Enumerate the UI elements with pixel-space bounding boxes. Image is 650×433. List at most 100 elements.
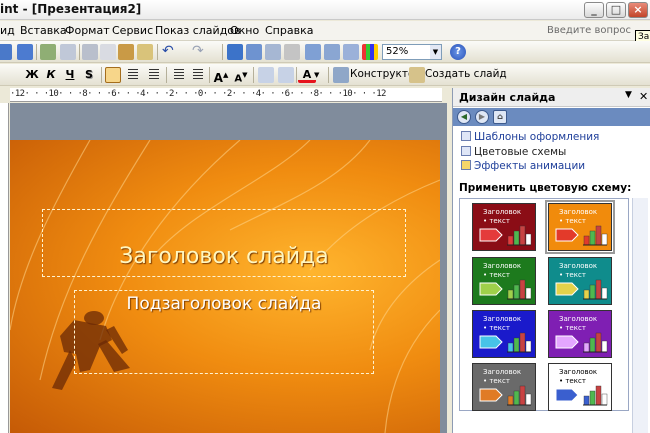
undo-icon[interactable]: ↶ <box>162 44 178 60</box>
chevron-down-icon[interactable]: ▼ <box>314 67 324 83</box>
decrease-font-icon[interactable]: A▼ <box>232 67 250 84</box>
slide-design-pane: Дизайн слайда ▼ ✕ ◀ ▶ ⌂ Шаблоны оформлен… <box>452 88 650 433</box>
track-lines-graphic <box>10 140 440 433</box>
menu-tools[interactable]: Сервис <box>112 24 153 37</box>
scheme-title: Заголовок <box>559 208 598 216</box>
scheme-bar-chart <box>582 384 608 406</box>
numbering-icon[interactable] <box>170 67 186 83</box>
zoom-value: 52% <box>386 46 409 57</box>
title-placeholder[interactable]: Заголовок слайда <box>42 209 406 277</box>
help-icon[interactable]: ? <box>450 44 466 60</box>
color-scheme-thumbnail[interactable]: Заголовок • текст <box>548 310 612 358</box>
tables-borders-icon[interactable] <box>265 44 281 60</box>
color-scheme-thumbnail[interactable]: Заголовок • текст <box>548 363 612 411</box>
align-center-icon[interactable] <box>125 67 141 83</box>
design-templates-link[interactable]: Шаблоны оформления <box>461 131 599 143</box>
maximize-button[interactable]: □ <box>606 2 626 18</box>
save-icon[interactable] <box>0 44 12 60</box>
align-right-icon[interactable] <box>145 67 161 83</box>
increase-indent-icon[interactable] <box>278 67 294 83</box>
new-slide-button[interactable]: Создать слайд <box>425 68 507 80</box>
grid-icon[interactable] <box>343 44 359 60</box>
scheme-bar-chart <box>582 278 608 300</box>
color-scheme-thumbnail[interactable]: Заголовок • текст <box>472 363 536 411</box>
ruler-scale: ·12· · ·10· · ·8· · ·6· · ·4· · ·2· · ·0… <box>10 89 386 99</box>
color-scheme-gallery: Заголовок • текст Заголовок • текст Заголово… <box>459 198 629 411</box>
menu-slideshow[interactable]: Показ слайдов <box>155 24 241 37</box>
design-templates-icon <box>461 131 471 141</box>
pane-menu-icon[interactable]: ▼ <box>625 90 632 100</box>
color-scheme-thumbnail[interactable]: Заголовок • текст <box>472 257 536 305</box>
paste-icon[interactable] <box>118 44 134 60</box>
back-icon[interactable]: ◀ <box>457 110 471 124</box>
print-icon[interactable] <box>40 44 56 60</box>
insert-picture-icon[interactable] <box>284 44 300 60</box>
vertical-ruler <box>0 103 9 433</box>
toolbar-separator <box>101 67 102 83</box>
scheme-bar-chart <box>582 224 608 246</box>
redo-icon[interactable]: ↷ <box>192 44 208 60</box>
scheme-arrow-shape <box>479 388 503 402</box>
animation-effects-icon <box>461 160 471 170</box>
menu-view[interactable]: ид <box>0 24 15 37</box>
formatting-toolbar: Ж К Ч S A▲ A▼ А ▼ Конструктор Создать сл… <box>0 64 650 86</box>
toolbar-separator <box>166 67 167 83</box>
animation-effects-link[interactable]: Эффекты анимации <box>461 160 585 172</box>
cut-icon[interactable] <box>82 44 98 60</box>
expand-icon[interactable] <box>305 44 321 60</box>
color-scheme-thumbnail[interactable]: Заголовок • текст <box>548 257 612 305</box>
close-icon[interactable]: ✕ <box>639 90 648 103</box>
new-slide-icon[interactable] <box>409 67 425 83</box>
preview-icon[interactable] <box>60 44 76 60</box>
slide-canvas[interactable]: Заголовок слайда Подзаголовок слайда <box>10 140 440 433</box>
color-scheme-thumbnail[interactable]: Заголовок • текст <box>472 310 536 358</box>
align-left-icon[interactable] <box>105 67 121 83</box>
color-scheme-thumbnail[interactable]: Заголовок • текст <box>472 203 536 251</box>
color-schemes-icon <box>461 146 471 156</box>
increase-font-icon[interactable]: A▲ <box>212 67 230 85</box>
close-button[interactable]: × <box>628 2 648 18</box>
minimize-button[interactable]: _ <box>584 2 604 18</box>
decrease-indent-icon[interactable] <box>258 67 274 83</box>
pane-scrollbar[interactable] <box>632 198 648 433</box>
color-scheme-thumbnail[interactable]: Заголовок • текст <box>545 200 615 254</box>
task-pane-nav: ◀ ▶ ⌂ <box>453 108 650 126</box>
scheme-bar-chart <box>506 278 532 300</box>
shadow-button[interactable]: S <box>80 67 98 83</box>
italic-button[interactable]: К <box>42 67 60 83</box>
help-search-input[interactable]: Введите вопрос <box>547 25 631 36</box>
color-grayscale-icon[interactable] <box>362 44 378 60</box>
menu-format[interactable]: Формат <box>65 24 110 37</box>
standard-toolbar: ↶ ↷ 52% ▼ ? <box>0 41 650 63</box>
bullets-icon[interactable] <box>189 67 205 83</box>
home-icon[interactable]: ⌂ <box>493 110 507 124</box>
menu-insert[interactable]: Вставка <box>20 24 67 37</box>
scheme-bar-chart <box>506 331 532 353</box>
link-label: Цветовые схемы <box>474 146 567 158</box>
insert-table-icon[interactable] <box>246 44 262 60</box>
copy-icon[interactable] <box>100 44 116 60</box>
color-schemes-link[interactable]: Цветовые схемы <box>461 146 566 158</box>
format-painter-icon[interactable] <box>137 44 153 60</box>
subtitle-placeholder[interactable]: Подзаголовок слайда <box>74 290 374 374</box>
email-icon[interactable] <box>17 44 33 60</box>
show-formatting-icon[interactable] <box>324 44 340 60</box>
slide-title: Заголовок слайда <box>119 244 329 269</box>
menu-help[interactable]: Справка <box>265 24 313 37</box>
toolbar-separator <box>222 44 223 60</box>
link-label: Шаблоны оформления <box>474 131 600 143</box>
underline-button[interactable]: Ч <box>61 67 79 83</box>
insert-chart-icon[interactable] <box>227 44 243 60</box>
chevron-down-icon[interactable]: ▼ <box>430 45 441 59</box>
zoom-select[interactable]: 52% ▼ <box>382 44 442 60</box>
forward-icon[interactable]: ▶ <box>475 110 489 124</box>
task-pane-title: Дизайн слайда <box>459 91 556 104</box>
scheme-title: Заголовок <box>559 315 598 323</box>
scheme-arrow-shape <box>479 228 503 242</box>
scheme-bar-chart <box>582 331 608 353</box>
bold-button[interactable]: Ж <box>23 67 41 83</box>
scheme-title: Заголовок <box>483 368 522 376</box>
scheme-bar-chart <box>506 224 532 246</box>
menu-window[interactable]: Окно <box>230 24 259 37</box>
designer-icon[interactable] <box>333 67 349 83</box>
